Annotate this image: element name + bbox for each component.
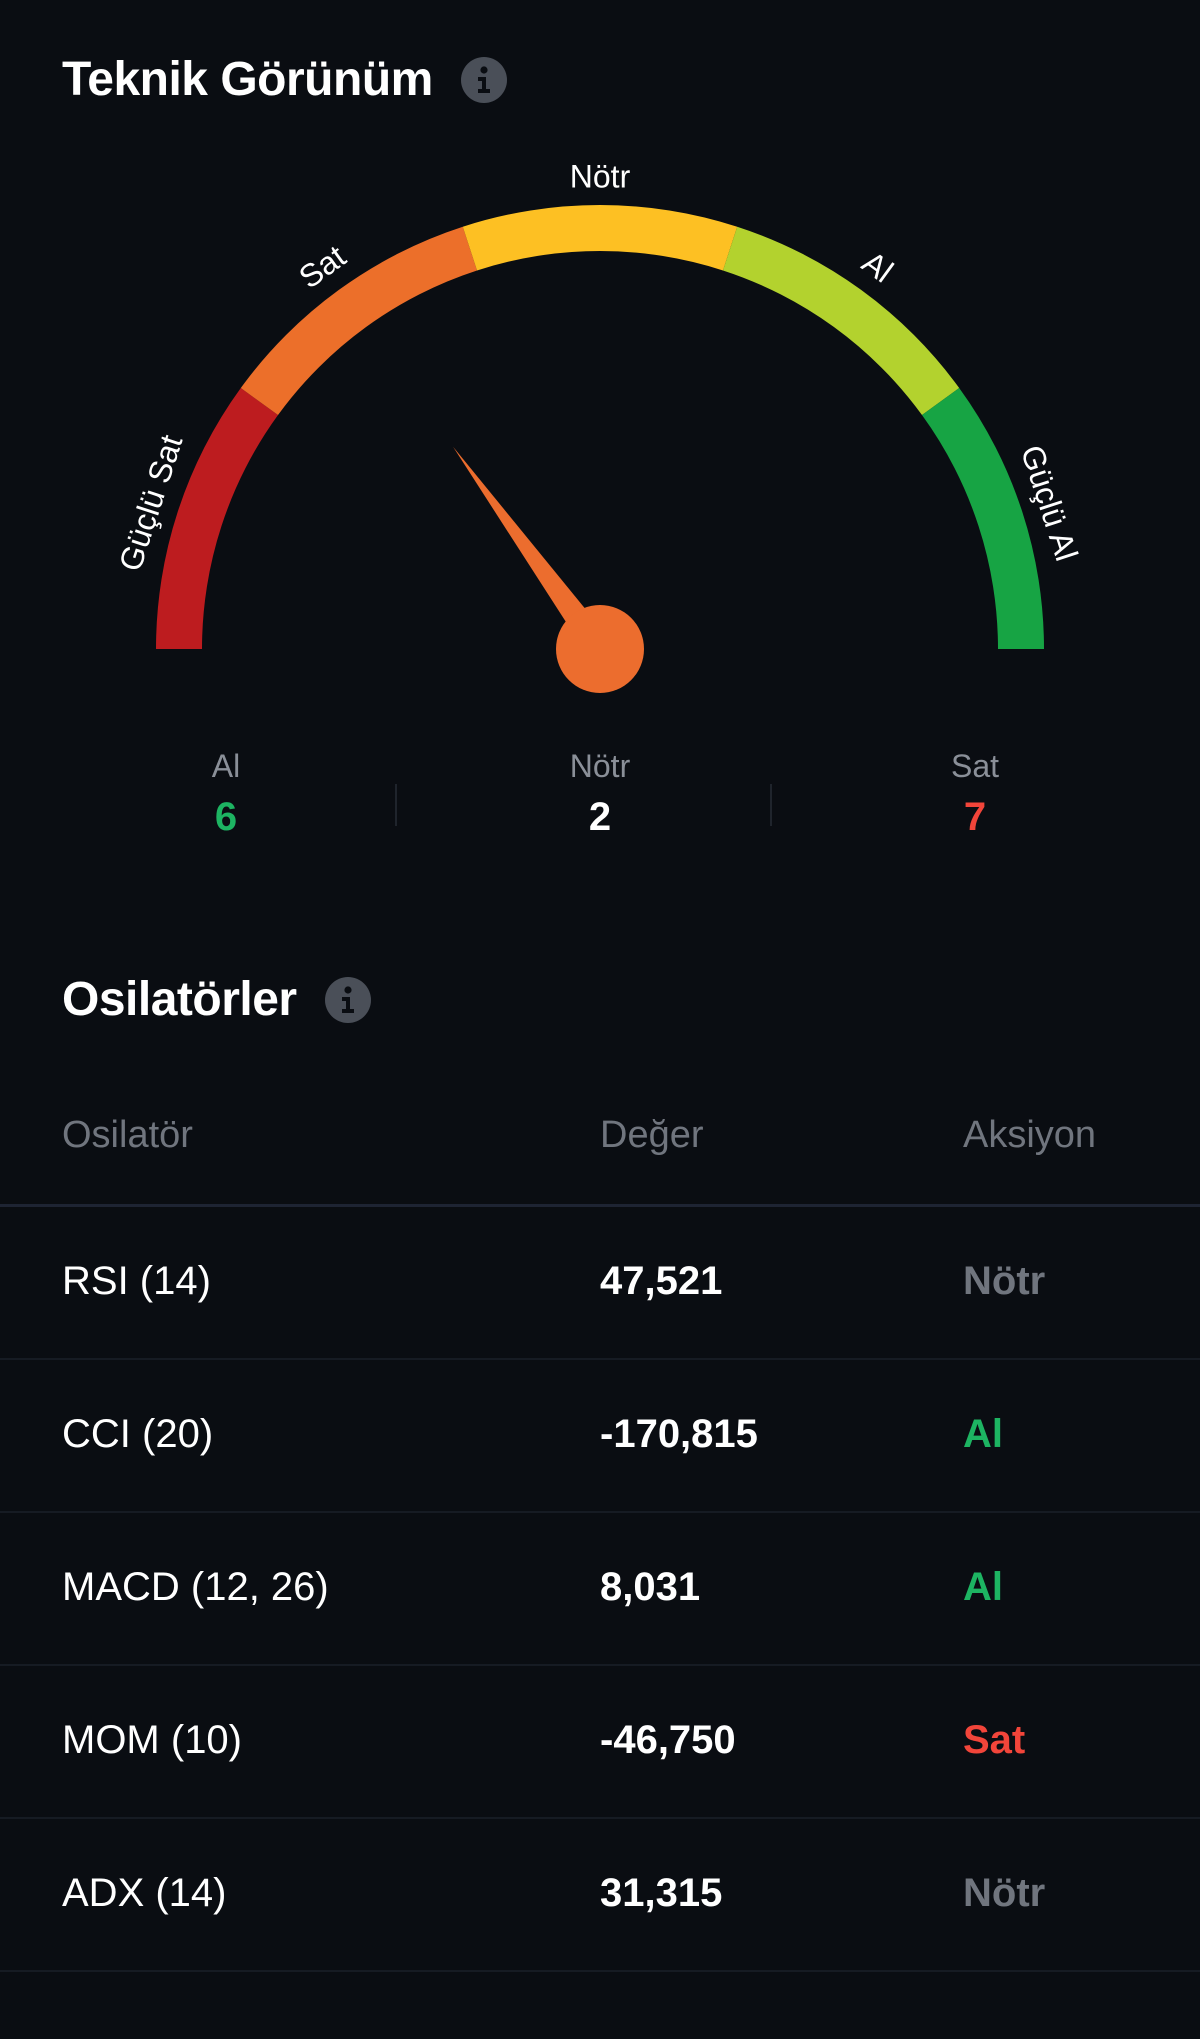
oscillators-title: Osilatörler: [62, 973, 297, 1026]
oscillator-name: MOM (10): [62, 1718, 242, 1762]
info-icon[interactable]: [460, 56, 507, 103]
oscillator-value: 8,031: [600, 1565, 701, 1609]
table-row[interactable]: MACD (12, 26) 8,031 Al: [0, 1513, 1200, 1666]
summary-neutral: Nötr 2: [480, 748, 720, 840]
gauge-needle-hub: [556, 605, 644, 693]
table-header: Osilatör Değer Aksiyon: [0, 1080, 1200, 1207]
column-header-value[interactable]: Değer: [600, 1114, 704, 1157]
summary-buy-value: 6: [214, 795, 238, 839]
oscillator-value: 47,521: [600, 1259, 723, 1303]
summary-buy: Al 6: [106, 748, 346, 840]
oscillator-name: CCI (20): [62, 1412, 214, 1456]
oscillators-table: Osilatör Değer Aksiyon RSI (14) 47,521 N…: [0, 1080, 1200, 1972]
oscillator-action: Sat: [963, 1718, 1026, 1762]
table-row[interactable]: ADX (14) 31,315 Nötr: [0, 1819, 1200, 1972]
oscillator-action: Nötr: [963, 1871, 1046, 1915]
table-row[interactable]: CCI (20) -170,815 Al: [0, 1360, 1200, 1513]
column-header-name[interactable]: Osilatör: [62, 1114, 193, 1157]
gauge-svg: Güçlü SatSatNötrAlGüçlü Al: [112, 158, 1085, 693]
summary-sell-value: 7: [963, 795, 987, 839]
oscillator-name: ADX (14): [62, 1871, 227, 1915]
summary-divider: [770, 784, 772, 826]
oscillator-value: 31,315: [600, 1871, 723, 1915]
summary-neutral-label: Nötr: [569, 748, 631, 784]
technical-view-title: Teknik Görünüm: [62, 53, 433, 106]
summary-buy-label: Al: [211, 748, 241, 784]
technical-view-header: Teknik Görünüm: [62, 52, 507, 107]
gauge-segment: [722, 226, 960, 416]
oscillator-value: -46,750: [600, 1718, 736, 1762]
oscillator-action: Al: [963, 1565, 1003, 1609]
oscillator-name: MACD (12, 26): [62, 1565, 329, 1609]
gauge-segment: [462, 205, 738, 271]
oscillator-action: Al: [963, 1412, 1003, 1456]
oscillator-value: -170,815: [600, 1412, 758, 1456]
gauge-segment: [240, 226, 478, 416]
summary-sell: Sat 7: [855, 748, 1095, 840]
info-icon[interactable]: [324, 976, 371, 1023]
summary-divider: [395, 784, 397, 826]
gauge-label: Nötr: [570, 158, 631, 194]
oscillator-action: Nötr: [963, 1259, 1046, 1303]
summary-neutral-value: 2: [588, 795, 612, 839]
oscillator-name: RSI (14): [62, 1259, 211, 1303]
oscillators-header: Osilatörler: [62, 972, 371, 1027]
gauge-segment: [156, 388, 279, 649]
table-row[interactable]: MOM (10) -46,750 Sat: [0, 1666, 1200, 1819]
gauge-segment: [921, 388, 1044, 649]
summary-sell-label: Sat: [950, 748, 1000, 784]
technical-gauge: Güçlü Sat Sat Nötr Al Güçlü Al: [0, 140, 1200, 760]
column-header-action[interactable]: Aksiyon: [963, 1114, 1096, 1157]
gauge-label: Al: [856, 244, 900, 290]
table-row[interactable]: RSI (14) 47,521 Nötr: [0, 1207, 1200, 1360]
signal-summary: Al 6 Nötr 2 Sat 7: [0, 748, 1200, 848]
